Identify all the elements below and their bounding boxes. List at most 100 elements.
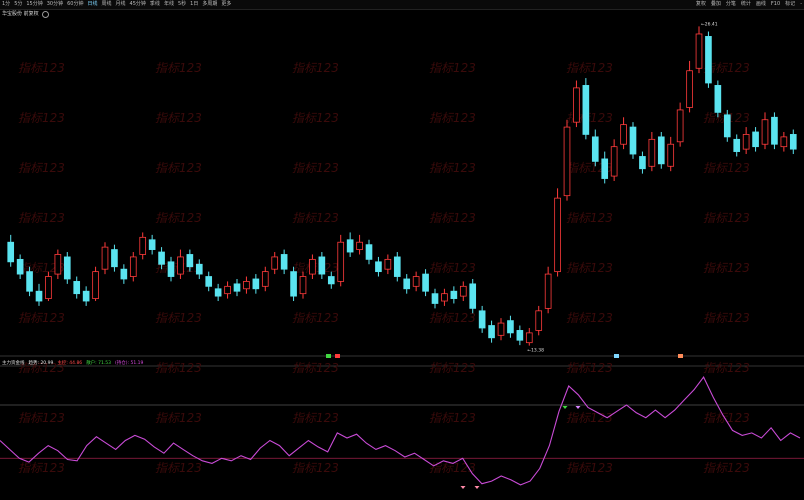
watermark-text: 指标123 bbox=[18, 461, 65, 475]
signal-arrow bbox=[562, 406, 568, 409]
signal-arrow bbox=[575, 406, 581, 409]
candle-body bbox=[111, 249, 118, 268]
candle-body bbox=[573, 87, 580, 123]
candle-body bbox=[92, 271, 99, 299]
candle-body bbox=[676, 109, 684, 143]
watermark-text: 指标123 bbox=[429, 61, 476, 75]
candle-body bbox=[7, 241, 15, 263]
watermark-text: 指标123 bbox=[703, 311, 750, 325]
watermark-text: 指标123 bbox=[292, 461, 339, 475]
watermark-text: 指标123 bbox=[566, 361, 613, 375]
watermark-text: 指标123 bbox=[703, 461, 750, 475]
watermark-text: 指标123 bbox=[155, 361, 202, 375]
candle-body bbox=[667, 143, 675, 167]
candle-body bbox=[488, 325, 495, 339]
candle-body bbox=[167, 261, 175, 277]
candle-body bbox=[459, 285, 467, 297]
watermark-text: 指标123 bbox=[566, 461, 613, 475]
candle-body bbox=[195, 263, 203, 275]
watermark-text: 指标123 bbox=[18, 411, 65, 425]
candle-body bbox=[16, 258, 24, 275]
candle-body bbox=[535, 310, 543, 331]
signal-marker bbox=[326, 354, 331, 358]
watermark-text: 指标123 bbox=[292, 161, 339, 175]
candle-body bbox=[648, 138, 656, 167]
candle-body bbox=[761, 119, 769, 145]
candle-body bbox=[789, 134, 797, 150]
candle-body bbox=[591, 136, 599, 162]
candle-body bbox=[205, 276, 213, 287]
candle-body bbox=[243, 281, 250, 290]
watermark-text: 指标123 bbox=[292, 411, 339, 425]
watermark-text: 指标123 bbox=[429, 261, 476, 275]
watermark-text: 指标123 bbox=[429, 361, 476, 375]
watermark-text: 指标123 bbox=[566, 211, 613, 225]
watermark-text: 指标123 bbox=[703, 261, 750, 275]
watermark-text: 指标123 bbox=[703, 361, 750, 375]
candle-body bbox=[695, 33, 703, 69]
candle-body bbox=[101, 246, 109, 270]
watermark-text: 指标123 bbox=[155, 211, 202, 225]
candle-body bbox=[507, 320, 514, 334]
candle-body bbox=[214, 288, 222, 297]
candle-body bbox=[516, 330, 524, 341]
candle-body bbox=[337, 241, 345, 282]
candle-body bbox=[327, 276, 335, 285]
signal-marker bbox=[678, 354, 683, 358]
watermark-text: 指标123 bbox=[18, 61, 65, 75]
candle-body bbox=[129, 256, 137, 277]
price-low-label: ←13.38 bbox=[527, 348, 544, 354]
watermark-text: 指标123 bbox=[566, 61, 613, 75]
watermark-text: 指标123 bbox=[155, 111, 202, 125]
candle-body bbox=[309, 258, 316, 275]
candle-body bbox=[610, 146, 618, 177]
candle-body bbox=[525, 332, 533, 344]
candle-body bbox=[752, 131, 759, 148]
candle-body bbox=[544, 273, 552, 309]
candle-body bbox=[639, 156, 646, 170]
candle-body bbox=[82, 290, 90, 302]
watermark-text: 指标123 bbox=[155, 161, 202, 175]
watermark-text: 指标123 bbox=[292, 311, 339, 325]
watermark-text: 指标123 bbox=[18, 111, 65, 125]
candle-body bbox=[441, 293, 448, 302]
candle-body bbox=[233, 283, 241, 292]
candle-body bbox=[299, 276, 307, 295]
indicator-value: 散户: 71.53 bbox=[86, 361, 112, 366]
candle-body bbox=[26, 271, 33, 292]
watermark-text: 指标123 bbox=[155, 411, 202, 425]
watermark-text: 指标123 bbox=[703, 211, 750, 225]
watermark-text: 指标123 bbox=[18, 211, 65, 225]
watermark-text: 指标123 bbox=[292, 111, 339, 125]
watermark-text: 指标123 bbox=[566, 111, 613, 125]
candle-body bbox=[733, 138, 741, 152]
candle-body bbox=[497, 322, 505, 336]
watermark-text: 指标123 bbox=[155, 461, 202, 475]
candle-body bbox=[346, 239, 354, 253]
candle-body bbox=[318, 256, 326, 275]
candle-body bbox=[365, 244, 373, 260]
candle-body bbox=[403, 278, 411, 290]
candle-body bbox=[422, 273, 429, 292]
candle-body bbox=[686, 70, 693, 108]
candle-body bbox=[139, 236, 147, 255]
kline-chart[interactable]: 指标123 指标123 指标123 指标123 指标123 指标123 指标123 指标123… bbox=[0, 0, 804, 500]
candle-body bbox=[224, 285, 231, 295]
signal-marker bbox=[614, 354, 619, 358]
indicator-value: (持仓): 51.19 bbox=[115, 361, 144, 366]
candle-body bbox=[252, 278, 260, 290]
candle-body bbox=[582, 85, 590, 135]
candle-body bbox=[554, 197, 561, 273]
watermark-text: 指标123 bbox=[18, 161, 65, 175]
price-high-label: ←26.41 bbox=[701, 21, 718, 27]
candle-body bbox=[780, 136, 788, 148]
candle-body bbox=[620, 124, 627, 145]
candle-body bbox=[148, 239, 156, 250]
candle-body bbox=[158, 251, 165, 265]
candle-body bbox=[271, 256, 279, 270]
watermark-text: 指标123 bbox=[292, 61, 339, 75]
candle-body bbox=[45, 276, 52, 299]
candle-body bbox=[431, 293, 439, 304]
candle-body bbox=[657, 136, 665, 165]
candle-body bbox=[73, 281, 81, 295]
